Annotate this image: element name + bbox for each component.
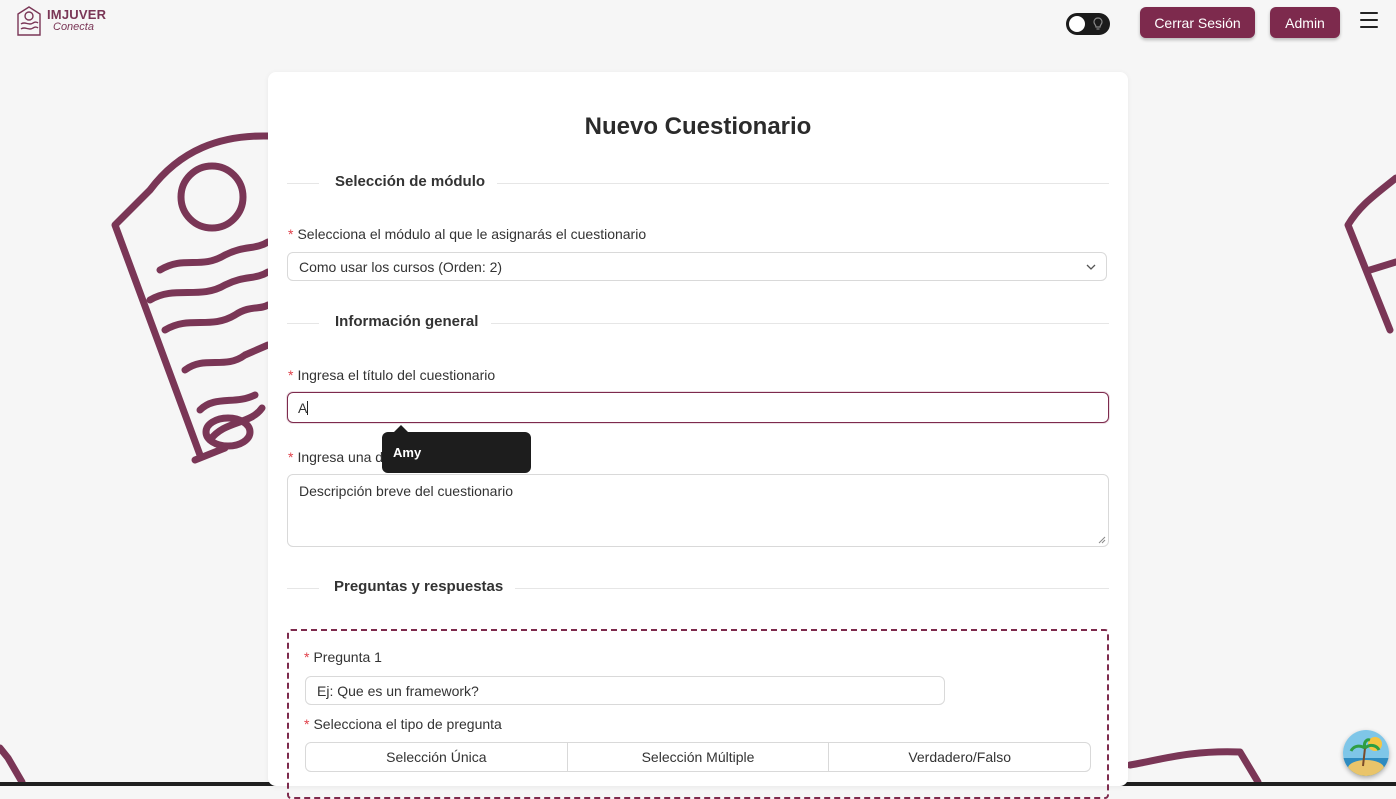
page-title: Nuevo Cuestionario	[584, 113, 812, 140]
suggestion-text: Amy	[393, 445, 422, 460]
description-placeholder: Descripción breve del cuestionario	[299, 483, 513, 499]
tooltip-arrow	[394, 425, 408, 432]
title-field-label: * Ingresa el título del cuestionario	[288, 367, 496, 383]
logo-mark-icon	[17, 6, 41, 36]
module-select-value: Como usar los cursos (Orden: 2)	[299, 259, 503, 275]
required-asterisk: *	[304, 716, 310, 732]
quiz-title-input[interactable]: A	[287, 392, 1109, 423]
section-divider-general: Información general	[287, 313, 1109, 333]
question-placeholder: Ej: Que es un framework?	[317, 683, 479, 699]
text-caret	[307, 401, 309, 415]
required-asterisk: *	[288, 367, 294, 383]
required-asterisk: *	[288, 226, 294, 242]
section-title-module: Selección de módulo	[335, 173, 486, 190]
type-option-multiple[interactable]: Selección Múltiple	[566, 743, 829, 771]
brand-logo[interactable]: IMJUVER Conecta	[14, 4, 106, 37]
top-navbar: IMJUVER Conecta Cerrar Sesión Admin	[0, 0, 1396, 46]
question-type-label: * Selecciona el tipo de pregunta	[304, 716, 502, 732]
question-block: * Pregunta 1 Ej: Que es un framework? * Se…	[287, 629, 1109, 799]
section-title-general: Información general	[335, 313, 479, 330]
toggle-knob	[1069, 16, 1085, 32]
brand-title: IMJUVER	[47, 6, 107, 22]
assistant-avatar[interactable]	[1343, 730, 1389, 776]
brand-subtitle: Conecta	[53, 20, 94, 33]
question-label: * Pregunta 1	[304, 649, 382, 665]
section-divider-module: Selección de módulo	[287, 173, 1109, 193]
logout-button[interactable]: Cerrar Sesión	[1140, 7, 1255, 38]
autocomplete-suggestion[interactable]: Amy	[382, 425, 531, 473]
menu-icon[interactable]	[1360, 12, 1378, 28]
description-textarea[interactable]: Descripción breve del cuestionario	[287, 474, 1109, 547]
section-divider-questions: Preguntas y respuestas	[287, 578, 1109, 598]
description-field-label: * Ingresa una de	[288, 449, 391, 465]
quiz-title-value: A	[298, 400, 308, 416]
question-type-selector: Selección Única Selección Múltiple Verda…	[305, 742, 1091, 772]
section-title-questions: Preguntas y respuestas	[334, 578, 504, 595]
required-asterisk: *	[288, 449, 294, 465]
module-field-label: * Selecciona el módulo al que le asignará…	[288, 226, 647, 242]
admin-button[interactable]: Admin	[1270, 7, 1340, 38]
type-option-single[interactable]: Selección Única	[306, 743, 567, 771]
theme-toggle[interactable]	[1066, 13, 1110, 35]
type-option-true-false[interactable]: Verdadero/Falso	[828, 743, 1090, 771]
chevron-down-icon	[1086, 264, 1096, 270]
question-input[interactable]: Ej: Que es un framework?	[305, 676, 945, 705]
resize-handle-icon[interactable]	[1098, 536, 1106, 544]
lightbulb-icon	[1093, 17, 1103, 30]
beach-avatar-icon	[1343, 730, 1389, 776]
module-select[interactable]: Como usar los cursos (Orden: 2)	[287, 252, 1107, 281]
required-asterisk: *	[304, 649, 310, 665]
